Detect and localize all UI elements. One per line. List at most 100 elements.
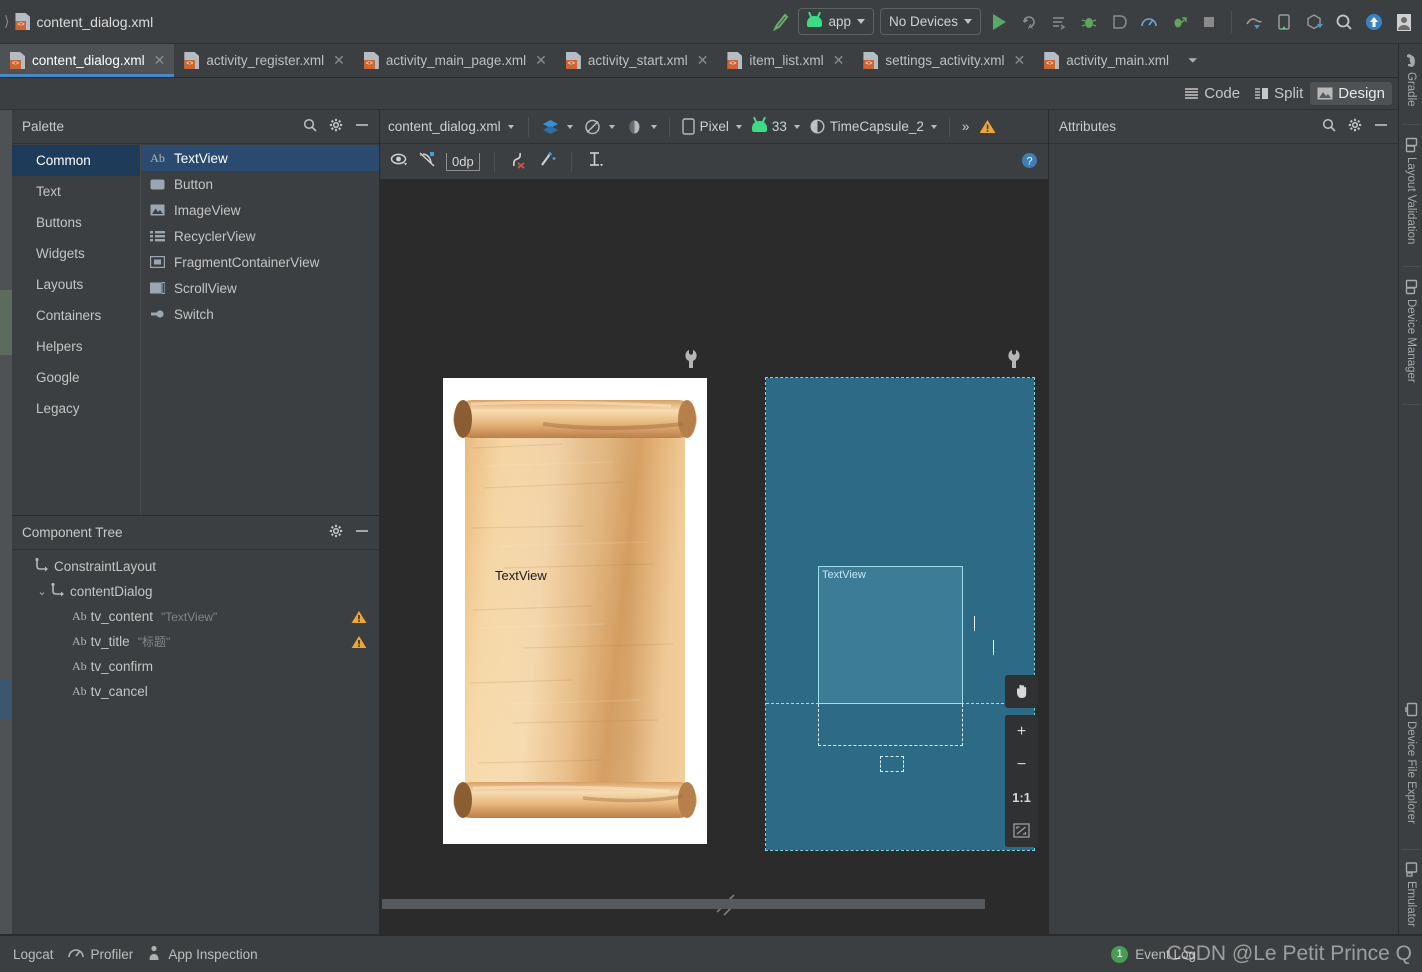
canvas-horizontal-scrollbar[interactable] xyxy=(380,899,1048,909)
mode-design-button[interactable]: Design xyxy=(1310,82,1392,105)
device-manager-icon[interactable] xyxy=(1272,10,1296,34)
gear-icon[interactable] xyxy=(1348,118,1362,135)
gear-icon[interactable] xyxy=(329,524,343,541)
close-icon[interactable]: ✕ xyxy=(154,52,166,69)
debug-icon[interactable] xyxy=(1077,10,1101,34)
module-selector[interactable]: app xyxy=(798,8,874,35)
bottom-button-profiler[interactable]: Profiler xyxy=(67,946,148,963)
palette-item-textview[interactable]: Ab TextView xyxy=(141,145,379,171)
minimize-icon[interactable] xyxy=(355,524,369,541)
hammer-icon[interactable] xyxy=(768,10,792,34)
device-mirroring-icon[interactable] xyxy=(1242,10,1266,34)
run-icon[interactable] xyxy=(987,10,1011,34)
device-button[interactable]: Pixel xyxy=(678,116,746,137)
zoom-to-fit-button[interactable] xyxy=(1005,814,1038,847)
tab-activity-register[interactable]: activity_register.xml ✕ xyxy=(174,44,354,77)
warning-icon[interactable] xyxy=(975,117,1000,136)
palette-item-recyclerview[interactable]: RecyclerView xyxy=(141,223,379,249)
default-margin-value[interactable]: 0dp xyxy=(446,152,480,171)
palette-category-text[interactable]: Text xyxy=(12,176,140,207)
palette-category-containers[interactable]: Containers xyxy=(12,300,140,331)
tool-button-emulator[interactable]: Emulator xyxy=(1399,859,1422,927)
close-icon[interactable]: ✕ xyxy=(1013,52,1025,69)
blueprint-textview[interactable]: TextView xyxy=(818,566,963,704)
scrollbar-thumb[interactable] xyxy=(382,899,985,909)
view-options-icon[interactable] xyxy=(390,151,410,172)
tab-settings-activity[interactable]: settings_activity.xml ✕ xyxy=(853,44,1034,77)
palette-category-buttons[interactable]: Buttons xyxy=(12,207,140,238)
palette-category-widgets[interactable]: Widgets xyxy=(12,238,140,269)
zoom-actual-button[interactable]: 1:1 xyxy=(1005,781,1038,814)
attach-debugger-icon[interactable] xyxy=(1107,10,1131,34)
wrench-icon[interactable] xyxy=(1006,350,1022,368)
tool-button-device-file-explorer[interactable]: Device File Explorer xyxy=(1399,699,1422,824)
palette-category-legacy[interactable]: Legacy xyxy=(12,393,140,424)
api-level-button[interactable]: 33 xyxy=(748,117,804,136)
tab-activity-start[interactable]: activity_start.xml ✕ xyxy=(556,44,718,77)
tree-node-tv-content[interactable]: Ab tv_content "TextView" xyxy=(12,604,379,629)
palette-category-helpers[interactable]: Helpers xyxy=(12,331,140,362)
pan-tool-button[interactable] xyxy=(1005,675,1038,708)
avatar-icon[interactable] xyxy=(1392,10,1416,34)
sdk-manager-icon[interactable] xyxy=(1302,10,1326,34)
search-icon[interactable] xyxy=(303,118,317,135)
wrench-icon[interactable] xyxy=(683,350,699,368)
close-icon[interactable]: ✕ xyxy=(535,52,547,69)
minimize-icon[interactable] xyxy=(1374,118,1388,135)
tree-node-tv-cancel[interactable]: Ab tv_cancel xyxy=(12,679,379,704)
tab-activity-main[interactable]: activity_main.xml xyxy=(1034,44,1178,77)
palette-item-fragmentcontainerview[interactable]: FragmentContainerView xyxy=(141,249,379,275)
autoconnect-off-icon[interactable] xyxy=(418,151,438,172)
mode-split-button[interactable]: Split xyxy=(1247,82,1310,105)
design-file-selector[interactable]: content_dialog.xml xyxy=(388,119,520,134)
rerun-icon[interactable]: A xyxy=(1017,10,1041,34)
update-icon[interactable] xyxy=(1362,10,1386,34)
theme-button[interactable] xyxy=(621,116,661,138)
breadcrumb[interactable]: ⟩ content_dialog.xml xyxy=(0,13,153,30)
warning-icon[interactable] xyxy=(351,610,367,624)
blueprint-frame[interactable]: TextView xyxy=(765,377,1035,851)
tool-button-gradle[interactable]: Gradle xyxy=(1399,50,1422,107)
warning-icon[interactable] xyxy=(351,635,367,649)
palette-item-scrollview[interactable]: ScrollView xyxy=(141,275,379,301)
tab-item-list[interactable]: item_list.xml ✕ xyxy=(717,44,853,77)
palette-item-switch[interactable]: Switch xyxy=(141,301,379,327)
gear-icon[interactable] xyxy=(329,118,343,135)
bottom-button-logcat[interactable]: Logcat xyxy=(6,947,68,962)
tree-node-tv-title[interactable]: Ab tv_title "标题" xyxy=(12,629,379,654)
layout-canvas[interactable]: TextView TextView + − 1:1 xyxy=(380,180,1048,918)
theme-selector-button[interactable]: TimeCapsule_2 xyxy=(806,117,941,136)
tab-content-dialog[interactable]: content_dialog.xml ✕ xyxy=(0,44,175,77)
palette-category-common[interactable]: Common xyxy=(12,145,140,176)
tool-button-layout-validation[interactable]: Layout Validation xyxy=(1399,134,1422,244)
profile-icon[interactable] xyxy=(1137,10,1161,34)
close-icon[interactable]: ✕ xyxy=(333,52,345,69)
clear-constraints-icon[interactable] xyxy=(509,151,529,172)
infer-constraints-icon[interactable] xyxy=(537,151,557,172)
close-icon[interactable]: ✕ xyxy=(697,52,709,69)
tool-button-device-manager[interactable]: Device Manager xyxy=(1399,276,1422,383)
bottom-button-app-inspection[interactable]: App Inspection xyxy=(147,945,271,964)
orientation-button[interactable] xyxy=(579,116,619,138)
zoom-out-button[interactable]: − xyxy=(1005,748,1038,781)
design-toolbar-overflow[interactable]: » xyxy=(958,117,974,136)
tree-twisty-expanded[interactable]: ⌄ xyxy=(34,585,50,598)
view-mode-button[interactable] xyxy=(537,116,577,138)
tree-node-constraintlayout[interactable]: ConstraintLayout xyxy=(12,554,379,579)
design-preview-frame[interactable]: TextView xyxy=(443,378,707,844)
palette-category-google[interactable]: Google xyxy=(12,362,140,393)
stop-icon[interactable] xyxy=(1197,10,1221,34)
palette-item-button[interactable]: Button xyxy=(141,171,379,197)
tab-activity-main-page[interactable]: activity_main_page.xml ✕ xyxy=(354,44,556,77)
help-icon[interactable]: ? xyxy=(1021,152,1038,172)
tree-node-contentdialog[interactable]: ⌄ contentDialog xyxy=(12,579,379,604)
palette-category-layouts[interactable]: Layouts xyxy=(12,269,140,300)
device-selector[interactable]: No Devices xyxy=(879,8,981,35)
guidelines-icon[interactable] xyxy=(586,151,606,172)
event-log-button[interactable]: 1 Event Log xyxy=(1111,945,1416,963)
minimize-icon[interactable] xyxy=(355,118,369,135)
close-icon[interactable]: ✕ xyxy=(833,52,845,69)
tree-node-tv-confirm[interactable]: Ab tv_confirm xyxy=(12,654,379,679)
zoom-in-button[interactable]: + xyxy=(1005,715,1038,748)
search-icon[interactable] xyxy=(1332,10,1356,34)
